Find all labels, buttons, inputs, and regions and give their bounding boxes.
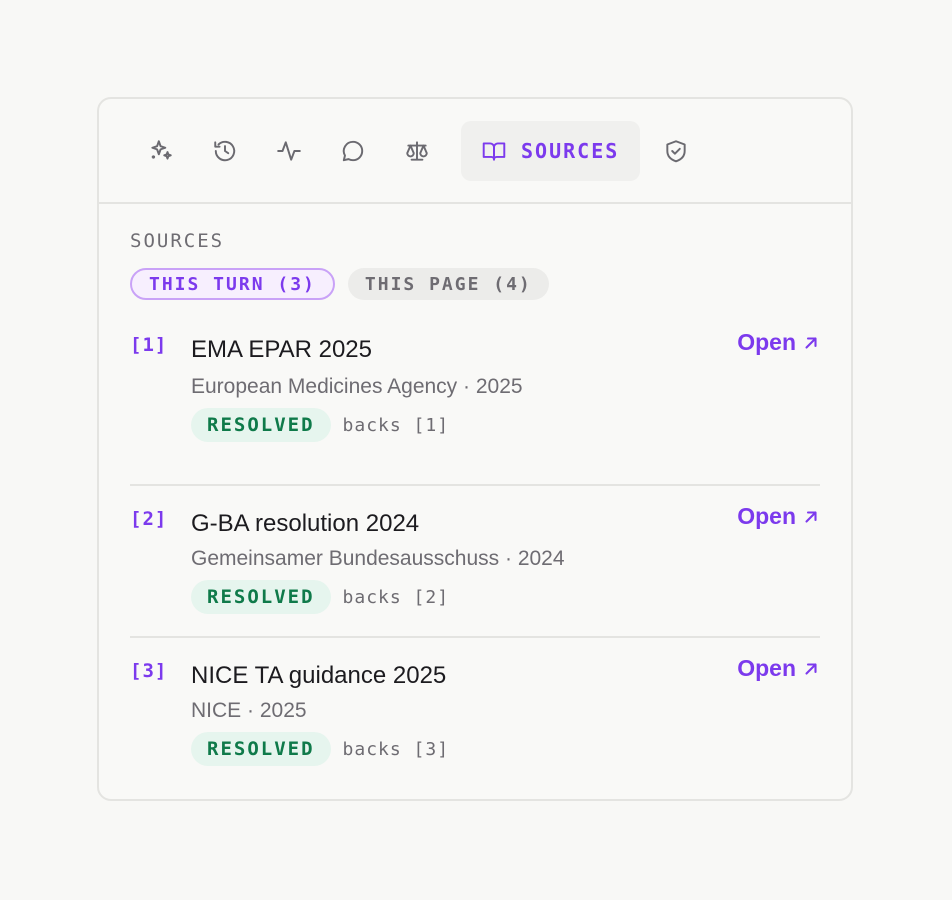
history-icon <box>214 140 236 161</box>
tab-sources-label: SOURCES <box>521 138 620 163</box>
filter-this-turn[interactable]: THIS TURN (3) <box>130 268 335 300</box>
source-ref: [1] <box>130 334 168 356</box>
source-meta: European Medicines Agency · 2025 <box>191 375 523 398</box>
filter-this-page[interactable]: THIS PAGE (4) <box>347 268 549 300</box>
book-icon <box>482 141 506 161</box>
external-arrow-icon <box>805 510 817 523</box>
shield-tool-button[interactable] <box>644 121 708 181</box>
source-body: EMA EPAR 2025 European Medicines Agency … <box>191 334 523 442</box>
backs-label: backs [2] <box>342 586 450 608</box>
open-label: Open <box>737 329 796 355</box>
open-source-link[interactable]: Open <box>737 655 820 682</box>
sparkles-icon <box>151 139 172 160</box>
chat-icon <box>342 140 364 161</box>
source-body: G-BA resolution 2024 Gemeinsamer Bundesa… <box>191 508 565 614</box>
source-meta: Gemeinsamer Bundesausschuss · 2024 <box>191 547 565 570</box>
backs-label: backs [3] <box>342 738 450 760</box>
panel-toolbar: SOURCES <box>99 99 851 204</box>
open-source-link[interactable]: Open <box>737 329 820 356</box>
scale-tool-button[interactable] <box>385 121 449 181</box>
source-title: NICE TA guidance 2025 <box>191 662 447 689</box>
source-item: [2] G-BA resolution 2024 Gemeinsamer Bun… <box>130 484 820 636</box>
sparkles-tool-button[interactable] <box>129 121 193 181</box>
scale-icon <box>406 140 428 161</box>
chat-tool-button[interactable] <box>321 121 385 181</box>
source-tags: RESOLVED backs [2] <box>191 580 565 614</box>
external-arrow-icon <box>805 662 817 675</box>
section-title: SOURCES <box>130 230 225 252</box>
source-meta: NICE · 2025 <box>191 699 307 722</box>
status-badge: RESOLVED <box>191 580 331 614</box>
status-badge: RESOLVED <box>191 408 331 442</box>
source-ref: [2] <box>130 508 168 530</box>
activity-icon <box>277 140 301 161</box>
external-arrow-icon <box>805 336 817 349</box>
sources-panel: SOURCES SOURCES THIS TURN (3) THIS PAGE … <box>97 97 853 801</box>
status-badge: RESOLVED <box>191 732 331 766</box>
open-label: Open <box>737 655 796 681</box>
source-title: G-BA resolution 2024 <box>191 510 420 537</box>
source-item: [1] EMA EPAR 2025 European Medicines Age… <box>130 329 820 484</box>
source-ref: [3] <box>130 660 168 682</box>
source-tags: RESOLVED backs [3] <box>191 732 449 766</box>
open-source-link[interactable]: Open <box>737 503 820 530</box>
scope-filters: THIS TURN (3) THIS PAGE (4) <box>130 268 820 300</box>
activity-tool-button[interactable] <box>257 121 321 181</box>
shield-check-icon <box>666 139 686 162</box>
tab-sources[interactable]: SOURCES <box>461 120 641 181</box>
sources-content: SOURCES THIS TURN (3) THIS PAGE (4) [1] … <box>99 204 851 788</box>
history-tool-button[interactable] <box>193 121 257 181</box>
open-label: Open <box>737 503 796 529</box>
source-title: EMA EPAR 2025 <box>191 336 372 363</box>
source-tags: RESOLVED backs [1] <box>191 408 523 442</box>
source-body: NICE TA guidance 2025 NICE · 2025 RESOLV… <box>191 660 449 766</box>
backs-label: backs [1] <box>342 414 450 436</box>
source-item: [3] NICE TA guidance 2025 NICE · 2025 RE… <box>130 636 820 788</box>
